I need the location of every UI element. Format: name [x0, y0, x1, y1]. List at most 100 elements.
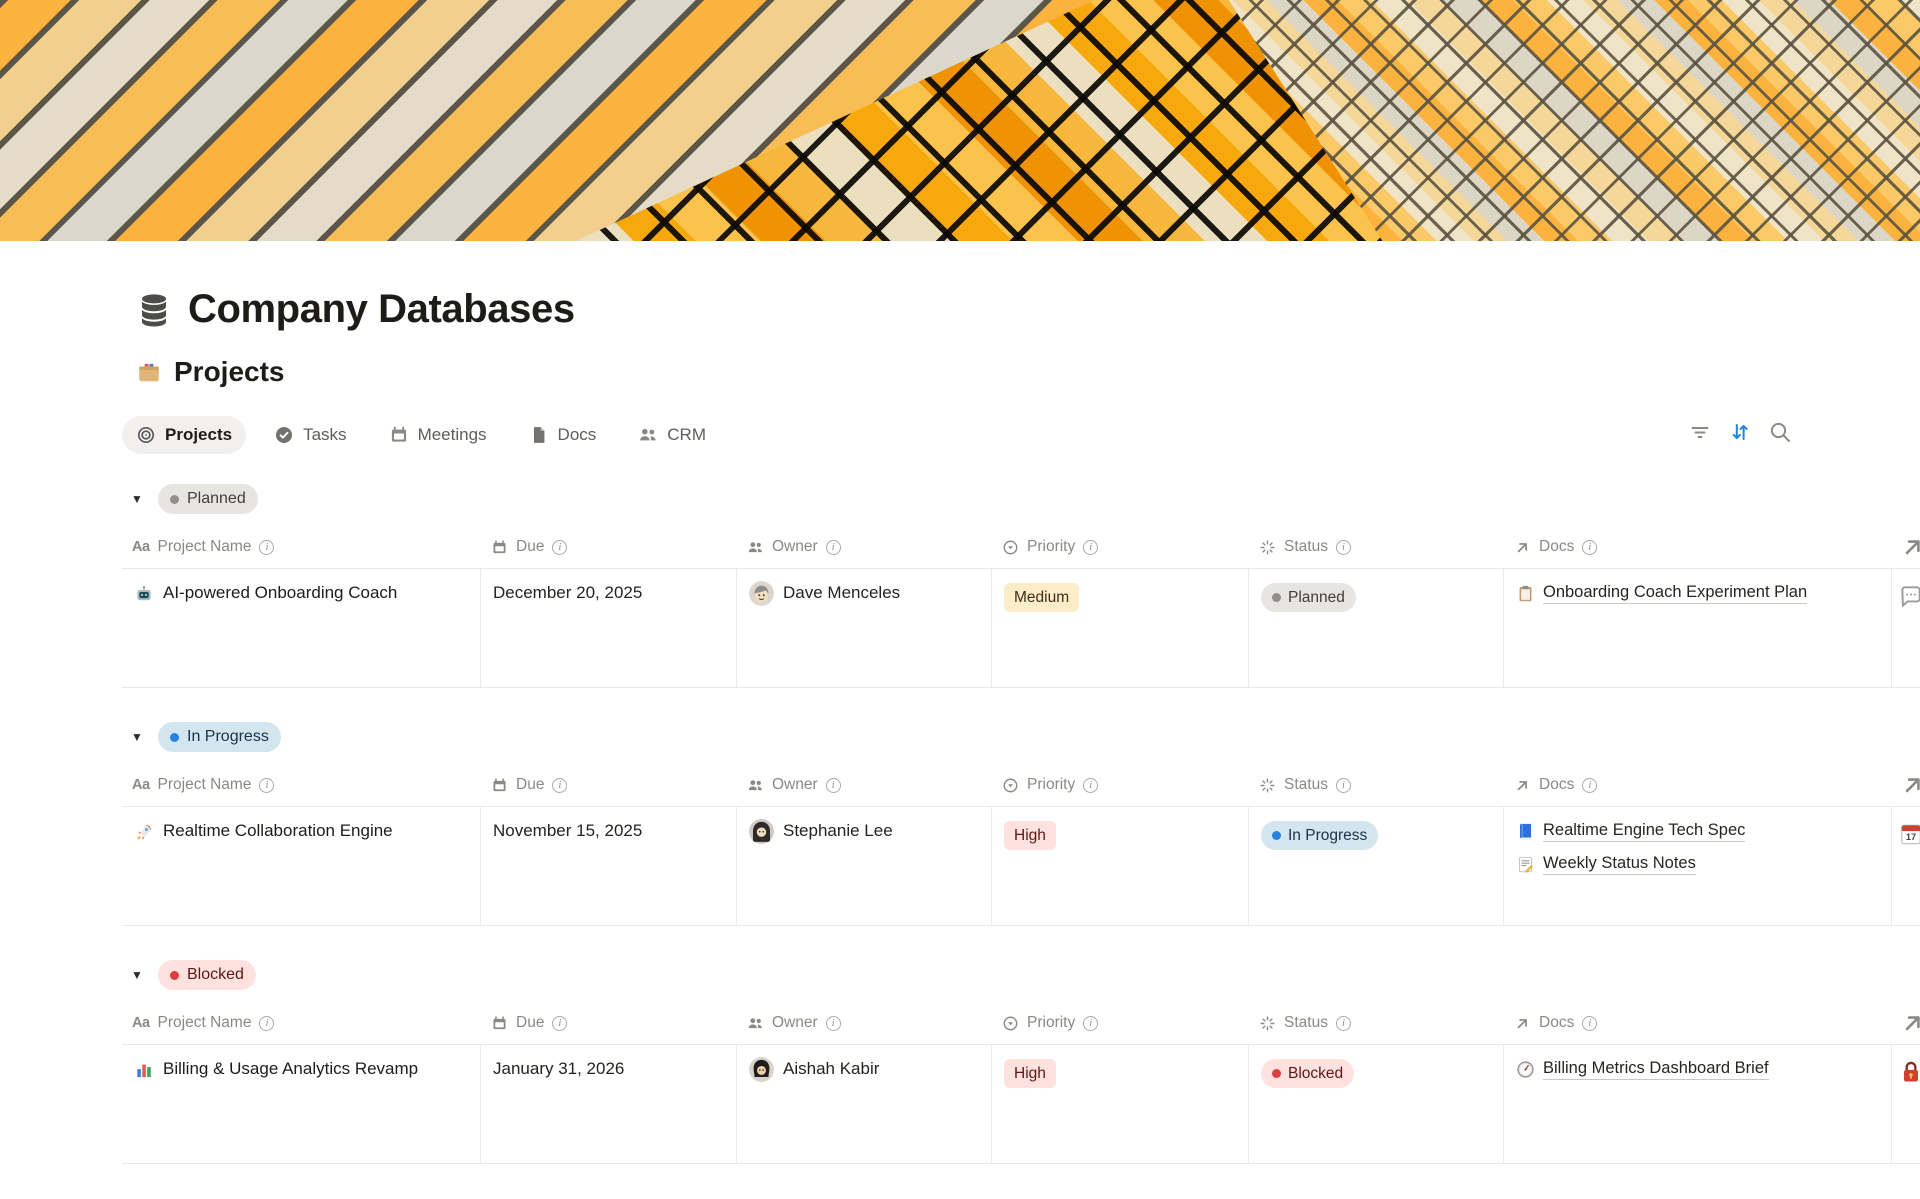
group-header: ▼ Planned [122, 484, 1920, 514]
cell-due-date[interactable]: January 31, 2026 [481, 1045, 737, 1163]
tab-label: Meetings [418, 425, 487, 445]
text-icon: Aa [132, 539, 150, 555]
cell-owner[interactable]: Aishah Kabir [737, 1045, 992, 1163]
column-label: Docs [1539, 538, 1574, 556]
comment-icon [1898, 583, 1920, 609]
cell-docs[interactable]: Billing Metrics Dashboard Brief [1504, 1045, 1892, 1163]
column-label: Owner [772, 538, 818, 556]
doc-link[interactable]: Billing Metrics Dashboard Brief [1516, 1059, 1769, 1080]
column-header-owner[interactable]: Owneri [737, 1014, 992, 1032]
info-icon: i [1582, 778, 1597, 793]
status-dot-icon [1272, 831, 1281, 840]
doc-link[interactable]: Weekly Status Notes [1516, 854, 1696, 875]
database-icon [136, 292, 172, 328]
tab-docs[interactable]: Docs [515, 416, 611, 454]
status-dot-icon [1272, 593, 1281, 602]
doc-link[interactable]: Realtime Engine Tech Spec [1516, 821, 1745, 842]
tab-crm[interactable]: CRM [624, 416, 720, 454]
text-icon: Aa [132, 777, 150, 793]
doc-link[interactable]: Onboarding Coach Experiment Plan [1516, 583, 1807, 604]
cell-priority[interactable]: High [992, 807, 1249, 925]
table-row: AI-powered Onboarding Coach December 20,… [122, 568, 1920, 688]
cell-status[interactable]: In Progress [1249, 807, 1504, 925]
table-row: Billing & Usage Analytics Revamp January… [122, 1044, 1920, 1164]
cell-docs[interactable]: Realtime Engine Tech Spec Weekly Status … [1504, 807, 1892, 925]
column-header-project-name[interactable]: AaProject Namei [122, 1014, 481, 1032]
column-header-project-name[interactable]: AaProject Namei [122, 538, 481, 556]
cell-priority[interactable]: High [992, 1045, 1249, 1163]
tab-projects[interactable]: Projects [122, 416, 246, 454]
table-row: Realtime Collaboration Engine November 1… [122, 806, 1920, 926]
cell-hidden-column[interactable]: 17 [1892, 807, 1920, 925]
cell-priority[interactable]: Medium [992, 569, 1249, 687]
group-collapse-toggle[interactable]: ▼ [131, 730, 145, 744]
cell-due-date[interactable]: November 15, 2025 [481, 807, 737, 925]
priority-tag: Medium [1004, 583, 1079, 612]
info-icon: i [259, 778, 274, 793]
lock-icon [1898, 1059, 1920, 1085]
column-header-owner[interactable]: Owneri [737, 776, 992, 794]
group-status-pill[interactable]: Blocked [158, 960, 256, 990]
search-icon [1768, 420, 1792, 444]
group-collapse-toggle[interactable]: ▼ [131, 492, 145, 506]
column-header-docs[interactable]: Docsi [1504, 776, 1892, 794]
book-icon [1516, 822, 1535, 841]
column-label: Docs [1539, 776, 1574, 794]
group-header: ▼ In Progress [122, 722, 1920, 752]
column-header-docs[interactable]: Docsi [1504, 538, 1892, 556]
info-icon: i [1336, 540, 1351, 555]
info-icon: i [552, 778, 567, 793]
column-header-hidden[interactable] [1892, 772, 1920, 798]
cell-project-name[interactable]: Billing & Usage Analytics Revamp [122, 1045, 481, 1163]
arrow-up-right-icon [1900, 1010, 1920, 1036]
group-status-pill[interactable]: In Progress [158, 722, 281, 752]
cell-project-name[interactable]: Realtime Collaboration Engine [122, 807, 481, 925]
group-collapse-toggle[interactable]: ▼ [131, 968, 145, 982]
search-button[interactable] [1768, 420, 1792, 444]
cell-status[interactable]: Blocked [1249, 1045, 1504, 1163]
group-status-pill[interactable]: Planned [158, 484, 258, 514]
compass-icon [1516, 1060, 1535, 1079]
info-icon: i [552, 1016, 567, 1031]
column-header-status[interactable]: Statusi [1249, 776, 1504, 794]
group-label: Blocked [187, 966, 244, 984]
status-icon [1259, 777, 1276, 794]
column-header-priority[interactable]: Priorityi [992, 1014, 1249, 1032]
tab-tasks[interactable]: Tasks [260, 416, 360, 454]
cell-hidden-column[interactable] [1892, 1045, 1920, 1163]
column-header-priority[interactable]: Priorityi [992, 538, 1249, 556]
cell-docs[interactable]: Onboarding Coach Experiment Plan [1504, 569, 1892, 687]
cell-status[interactable]: Planned [1249, 569, 1504, 687]
column-header-status[interactable]: Statusi [1249, 538, 1504, 556]
cell-hidden-column[interactable] [1892, 569, 1920, 687]
column-label: Priority [1027, 776, 1075, 794]
column-header-due[interactable]: Duei [481, 538, 737, 556]
document-icon [529, 425, 549, 445]
status-dot-icon [170, 733, 179, 742]
sort-button[interactable] [1728, 420, 1752, 444]
cell-owner[interactable]: Stephanie Lee [737, 807, 992, 925]
cell-project-name[interactable]: AI-powered Onboarding Coach [122, 569, 481, 687]
info-icon: i [1336, 1016, 1351, 1031]
info-icon: i [1083, 1016, 1098, 1031]
due-date-text: December 20, 2025 [493, 583, 642, 602]
arrow-up-right-icon [1900, 534, 1920, 560]
column-label: Status [1284, 776, 1328, 794]
column-header-hidden[interactable] [1892, 1010, 1920, 1036]
column-header-due[interactable]: Duei [481, 776, 737, 794]
column-header-owner[interactable]: Owneri [737, 538, 992, 556]
filter-button[interactable] [1688, 420, 1712, 444]
column-header-hidden[interactable] [1892, 534, 1920, 560]
column-header-project-name[interactable]: AaProject Namei [122, 776, 481, 794]
column-header-docs[interactable]: Docsi [1504, 1014, 1892, 1032]
column-header-priority[interactable]: Priorityi [992, 776, 1249, 794]
tab-meetings[interactable]: Meetings [375, 416, 501, 454]
arrow-up-right-icon [1514, 777, 1531, 794]
owner-avatar [749, 819, 774, 844]
cell-owner[interactable]: Dave Menceles [737, 569, 992, 687]
column-header-status[interactable]: Statusi [1249, 1014, 1504, 1032]
group-header: ▼ Blocked [122, 960, 1920, 990]
cell-due-date[interactable]: December 20, 2025 [481, 569, 737, 687]
group-planned: ▼ Planned AaProject Namei Duei Owneri Pr… [122, 484, 1920, 688]
column-header-due[interactable]: Duei [481, 1014, 737, 1032]
